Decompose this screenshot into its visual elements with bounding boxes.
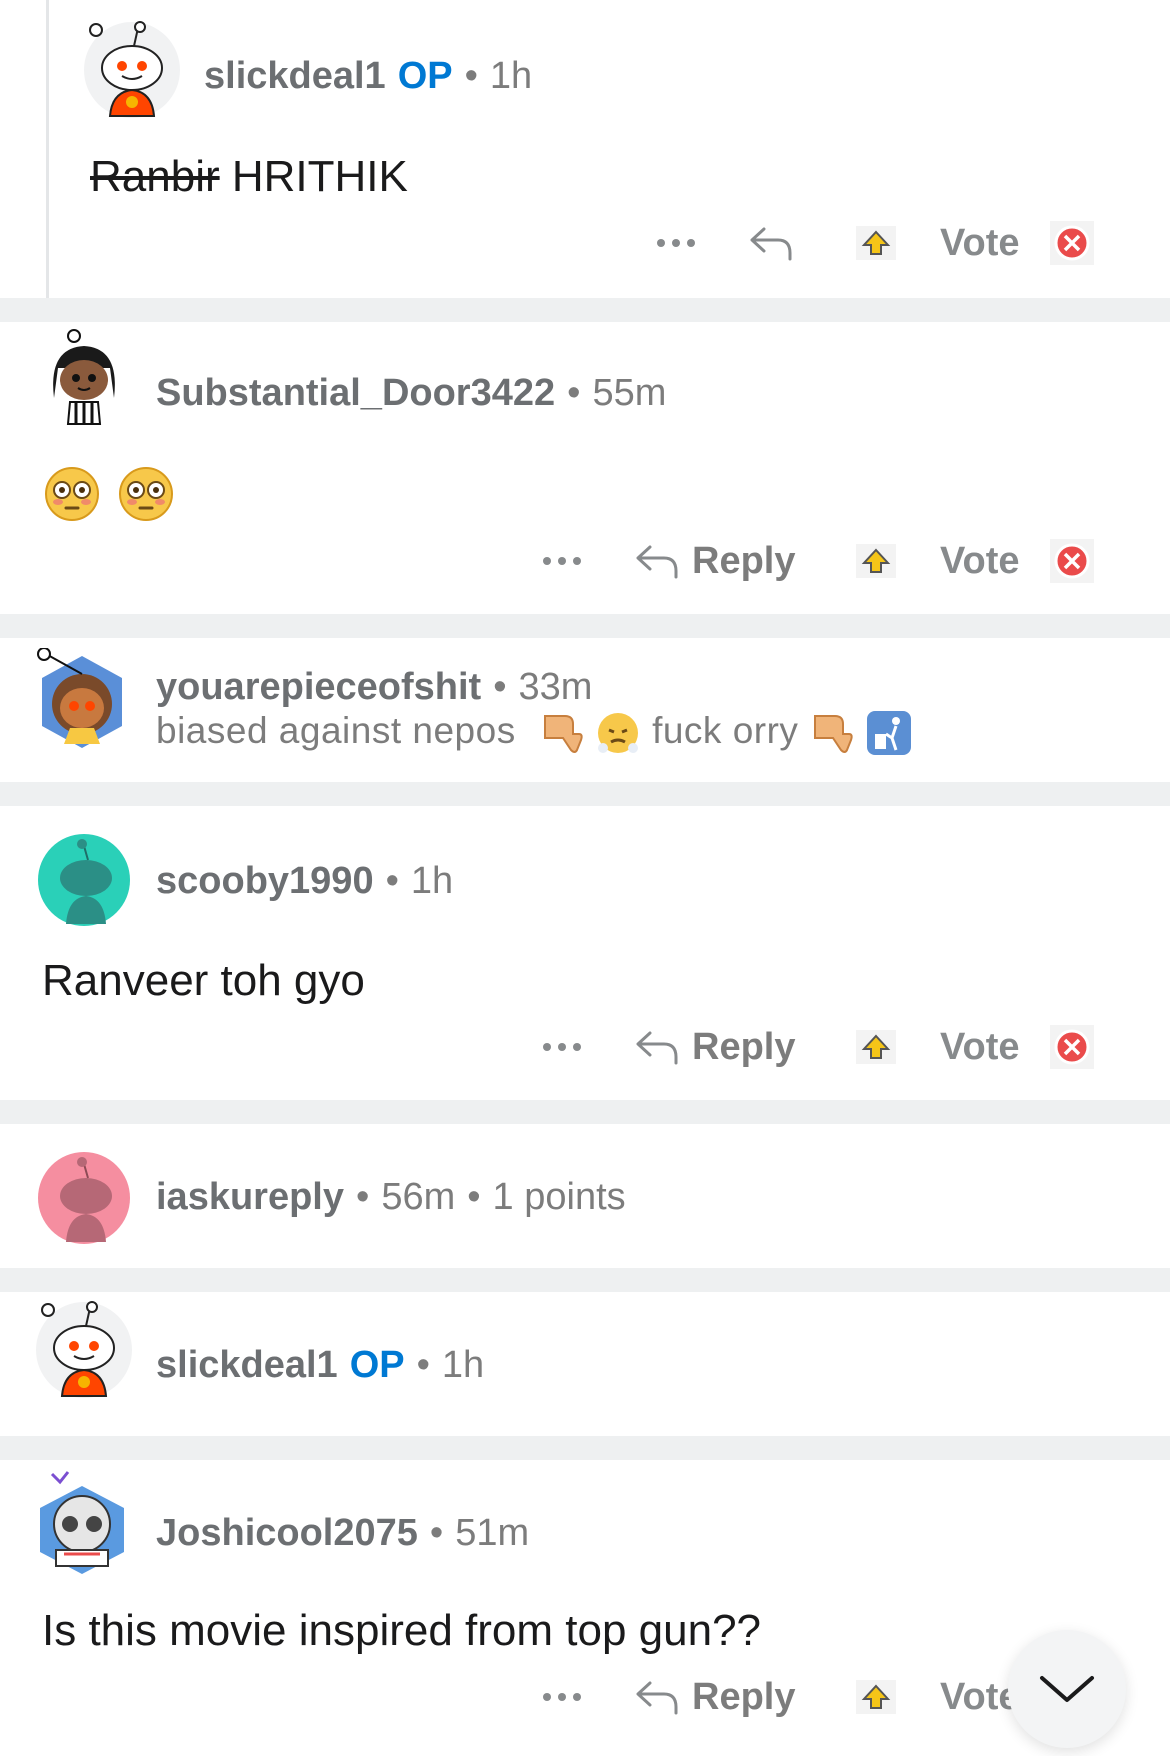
reply-button[interactable]: Reply [634, 526, 795, 596]
comment-body: Ranveer toh gyo [42, 956, 365, 1005]
vote-label: Vote [940, 539, 1020, 582]
comment-substantial-door: Substantial_Door3422 • 55m Reply Vote [0, 322, 1170, 614]
flushed-face-icon [45, 467, 99, 521]
separator [0, 1100, 1170, 1124]
trash-person-icon [866, 711, 911, 756]
steaming-face-icon [598, 713, 639, 754]
username[interactable]: Joshicool2075 [156, 1512, 418, 1554]
comment-joshicool2075: Joshicool2075 • 51m Is this movie inspired… [0, 1460, 1170, 1756]
comment-meta: slickdeal1 OP • 1h [156, 1344, 485, 1386]
thumbs-down-icon [543, 715, 583, 754]
more-options-icon[interactable] [656, 208, 696, 278]
avatar[interactable] [36, 832, 132, 928]
comment-actions: Reply Vote [0, 526, 1170, 596]
comment-slickdeal1-1: slickdeal1 OP • 1h Ranbir HRITHIK Vote [0, 0, 1170, 298]
comment-actions: Reply Vote [0, 1012, 1170, 1082]
downvote-icon[interactable] [1050, 208, 1094, 278]
timestamp: 51m [455, 1512, 530, 1554]
username[interactable]: slickdeal1 [204, 55, 386, 97]
comment-iaskureply: iaskureply • 56m • 1 points [0, 1124, 1170, 1268]
upvote-icon[interactable] [856, 526, 896, 596]
flair-text: biased against nepos [156, 710, 516, 751]
timestamp: 1h [489, 55, 533, 97]
avatar[interactable] [34, 1300, 134, 1400]
avatar[interactable] [34, 648, 130, 756]
timestamp: 55m [592, 372, 667, 414]
chevron-down-icon [1040, 1676, 1094, 1702]
username[interactable]: youarepieceofshit [156, 666, 481, 708]
reply-arrow-icon [636, 1031, 678, 1065]
comment-meta: youarepieceofshit • 33m [156, 666, 593, 708]
comment-actions: Reply Vote [0, 1662, 1170, 1732]
downvote-icon[interactable] [1050, 1012, 1094, 1082]
flair-text: fuck orry [652, 710, 799, 751]
avatar[interactable] [82, 20, 182, 120]
upvote-icon[interactable] [856, 1012, 896, 1082]
comment-meta: scooby1990 • 1h [156, 860, 454, 902]
comment-body: Ranbir HRITHIK [90, 152, 408, 202]
comment-actions: Vote [0, 208, 1170, 278]
thumbs-down-icon [814, 715, 853, 754]
avatar[interactable] [30, 1468, 134, 1578]
comment-youarepieceofshit: youarepieceofshit • 33m biased against nep… [0, 638, 1170, 782]
reply-arrow-icon [636, 1681, 678, 1715]
vote-label: Vote [940, 221, 1020, 264]
username[interactable]: iaskureply [156, 1176, 344, 1218]
username[interactable]: slickdeal1 [156, 1344, 338, 1386]
upvote-icon[interactable] [856, 208, 896, 278]
scroll-down-button[interactable] [1008, 1630, 1126, 1748]
separator [0, 614, 1170, 638]
reply-label: Reply [692, 1025, 796, 1068]
comment-body [44, 466, 174, 522]
comment-scooby1990: scooby1990 • 1h Ranveer toh gyo Reply Vote [0, 806, 1170, 1100]
comment-slickdeal1-2: slickdeal1 OP • 1h [0, 1292, 1170, 1436]
separator [0, 298, 1170, 322]
reply-arrow-icon[interactable] [748, 208, 794, 278]
points: 1 points [492, 1176, 626, 1218]
comment-meta: Joshicool2075 • 51m [156, 1512, 530, 1554]
vote-label: Vote [940, 1025, 1020, 1068]
timestamp: 1h [410, 860, 454, 902]
more-options-icon[interactable] [542, 1012, 582, 1082]
comment-meta: Substantial_Door3422 • 55m [156, 372, 667, 414]
separator [0, 1268, 1170, 1292]
comment-meta: slickdeal1 OP • 1h [204, 55, 533, 97]
comment-body: Is this movie inspired from top gun?? [42, 1606, 762, 1655]
user-flair: biased against nepos fuck orry [156, 710, 912, 756]
more-options-icon[interactable] [542, 526, 582, 596]
body-text: HRITHIK [231, 152, 408, 201]
reply-label: Reply [692, 539, 796, 582]
timestamp: 1h [441, 1344, 485, 1386]
separator [0, 1436, 1170, 1460]
reply-button[interactable]: Reply [634, 1662, 795, 1732]
flushed-face-icon [119, 467, 174, 521]
reply-label: Reply [692, 1675, 796, 1718]
timestamp: 56m [381, 1176, 456, 1218]
reply-arrow-icon [636, 545, 678, 579]
op-badge: OP [349, 1344, 405, 1386]
avatar[interactable] [36, 1150, 132, 1246]
downvote-icon[interactable] [1050, 526, 1094, 596]
upvote-icon[interactable] [856, 1662, 896, 1732]
op-badge: OP [397, 55, 453, 97]
reply-button[interactable]: Reply [634, 1012, 795, 1082]
more-options-icon[interactable] [542, 1662, 582, 1732]
separator [0, 782, 1170, 806]
strikethrough-text: Ranbir [90, 152, 220, 201]
username[interactable]: scooby1990 [156, 860, 374, 902]
comment-meta: iaskureply • 56m • 1 points [156, 1176, 626, 1218]
avatar[interactable] [34, 328, 134, 428]
timestamp: 33m [518, 666, 593, 708]
username[interactable]: Substantial_Door3422 [156, 372, 555, 414]
